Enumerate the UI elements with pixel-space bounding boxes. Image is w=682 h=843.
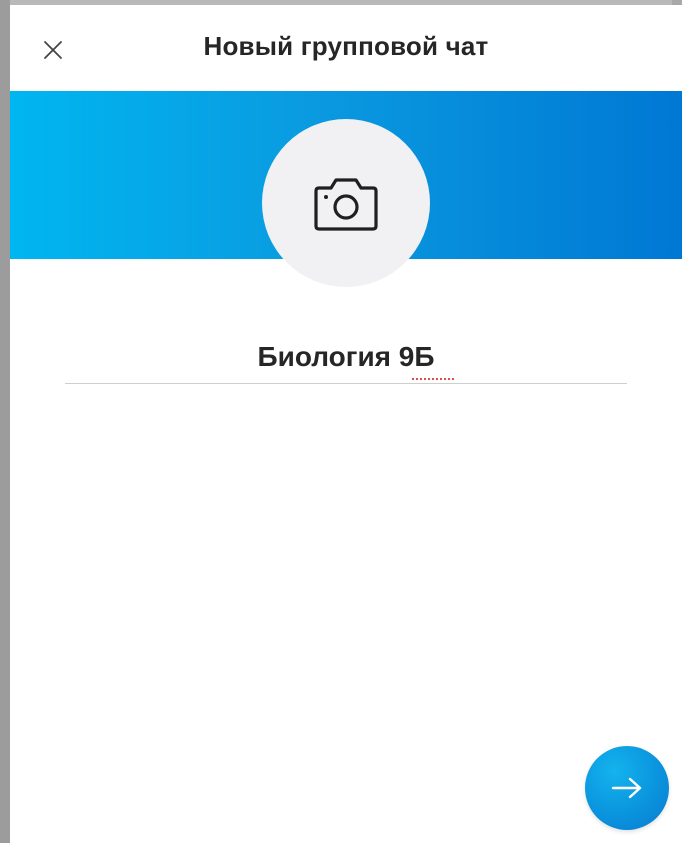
- dialog-header: Новый групповой чат: [10, 5, 682, 91]
- group-avatar-upload[interactable]: [262, 119, 430, 287]
- new-group-chat-dialog: Новый групповой чат: [10, 5, 682, 843]
- group-name-field[interactable]: [65, 335, 627, 384]
- background-left-strip: [0, 0, 10, 843]
- group-name-input[interactable]: [65, 335, 627, 379]
- dialog-title: Новый групповой чат: [203, 31, 489, 61]
- next-button[interactable]: [585, 746, 669, 830]
- arrow-right-icon: [611, 777, 642, 799]
- spellcheck-underline: [411, 378, 455, 381]
- camera-icon: [314, 178, 378, 231]
